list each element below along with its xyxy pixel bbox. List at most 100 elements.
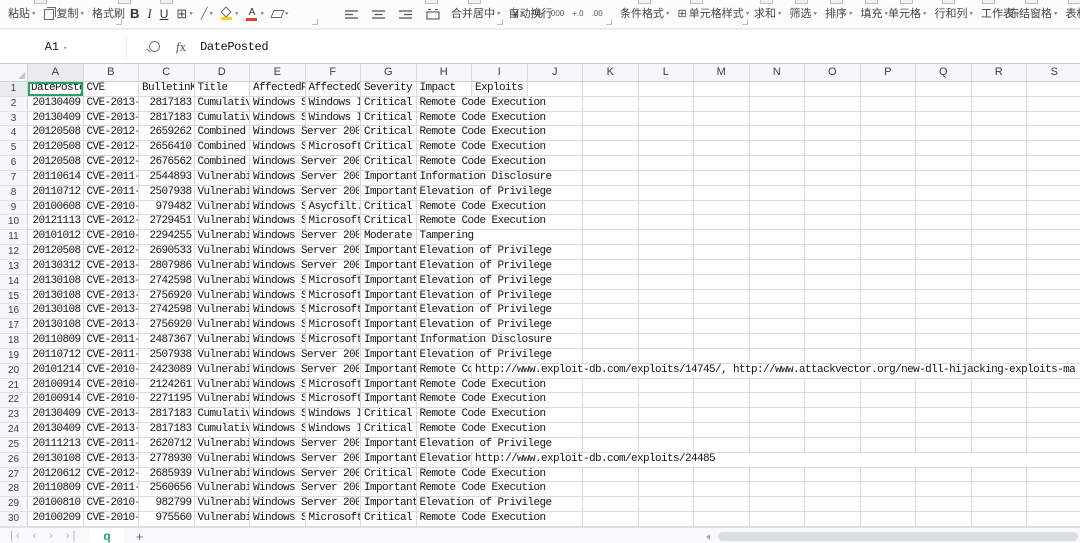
cell-N28[interactable] <box>749 482 805 498</box>
cell-D2[interactable]: Cumulative <box>194 96 250 112</box>
cell-L13[interactable] <box>638 259 694 275</box>
cell-B9[interactable]: CVE-2010-1 <box>83 200 139 216</box>
cell-A21[interactable]: 20100914 <box>28 378 84 394</box>
cell-D15[interactable]: Vulnerabil <box>194 289 250 305</box>
col-header-S[interactable]: S <box>1027 64 1080 82</box>
font-color-button[interactable]: A ▾ <box>246 1 264 27</box>
col-header-E[interactable]: E <box>250 64 306 82</box>
cell-L21[interactable] <box>638 378 694 394</box>
cell-C6[interactable]: 2676562 <box>139 156 195 171</box>
cell-R28[interactable] <box>971 482 1027 498</box>
cell-B4[interactable]: CVE-2012-0 <box>83 126 139 142</box>
cell-O1[interactable] <box>805 82 861 97</box>
cell-E11[interactable]: Windows Server 2008 <box>250 230 359 246</box>
cell-Q27[interactable] <box>916 467 972 483</box>
cell-R8[interactable] <box>971 185 1027 201</box>
cell-D12[interactable]: Vulnerabil <box>194 245 250 260</box>
cell-D1[interactable]: Title <box>194 82 250 97</box>
cell-S6[interactable] <box>1027 156 1080 171</box>
cell-E15[interactable]: Windows Server 2008 <box>250 289 306 305</box>
cell-P4[interactable] <box>860 126 916 142</box>
cell-H30[interactable]: Remote Code Execution <box>416 512 580 527</box>
cell-G6[interactable]: Critical <box>361 156 417 171</box>
cell-N24[interactable] <box>749 423 805 438</box>
cell-H11[interactable]: Tampering <box>416 230 580 246</box>
cell-L14[interactable] <box>638 274 694 290</box>
cell-P18[interactable] <box>860 334 916 349</box>
cell-G1[interactable]: Severity <box>361 82 417 97</box>
cell-M12[interactable] <box>694 245 750 260</box>
name-box[interactable]: A1 ▾ <box>0 40 112 54</box>
cell-P27[interactable] <box>860 467 916 483</box>
cell-A10[interactable]: 20121113 <box>28 215 84 231</box>
cell-L18[interactable] <box>638 334 694 349</box>
row-header-1[interactable]: 1 <box>0 82 28 97</box>
insert-function-button[interactable]: fx <box>176 39 186 55</box>
cell-O7[interactable] <box>805 170 861 186</box>
cell-S3[interactable] <box>1027 112 1080 127</box>
cell-N14[interactable] <box>749 274 805 290</box>
eraser-button[interactable]: ▾ <box>270 1 289 27</box>
cell-K8[interactable] <box>583 185 639 201</box>
cell-D19[interactable]: Vulnerabil <box>194 348 250 364</box>
cell-F21[interactable]: Microsoft <box>305 378 361 394</box>
cell-R16[interactable] <box>971 304 1027 320</box>
cell-Q4[interactable] <box>916 126 972 142</box>
cell-H5[interactable]: Remote Code Execution <box>416 141 580 157</box>
col-header-J[interactable]: J <box>527 64 583 82</box>
prev-sheet-button[interactable]: ‹ <box>33 530 40 542</box>
cell-F23[interactable]: Windows Internet <box>305 408 361 424</box>
cell-L11[interactable] <box>638 230 694 246</box>
cell-O23[interactable] <box>805 408 861 424</box>
select-all-corner[interactable] <box>0 64 28 82</box>
cell-H29[interactable]: Elevation of Privilege <box>416 497 580 513</box>
cell-B15[interactable]: CVE-2013-0 <box>83 289 139 305</box>
cell-Q25[interactable] <box>916 437 972 453</box>
cell-D5[interactable]: Combined S <box>194 141 250 157</box>
cell-R18[interactable] <box>971 334 1027 349</box>
cell-C20[interactable]: 2423089 <box>139 363 195 379</box>
row-header-5[interactable]: 5 <box>0 141 28 157</box>
cell-D14[interactable]: Vulnerabil <box>194 274 250 290</box>
cell-G9[interactable]: Critical <box>361 200 417 216</box>
cell-F30[interactable]: Microsoft <box>305 512 361 527</box>
cell-E26[interactable]: Windows Server 2008 <box>250 452 359 468</box>
cell-K23[interactable] <box>583 408 639 424</box>
cell-M8[interactable] <box>694 185 750 201</box>
cell-G21[interactable]: Important <box>361 378 417 394</box>
cell-S10[interactable] <box>1027 215 1080 231</box>
cell-B25[interactable]: CVE-2011-3 <box>83 437 139 453</box>
col-header-R[interactable]: R <box>971 64 1027 82</box>
cell-R9[interactable] <box>971 200 1027 216</box>
cell-B6[interactable]: CVE-2012-0 <box>83 156 139 171</box>
cell-D6[interactable]: Combined S <box>194 156 250 171</box>
cell-F3[interactable]: Windows Internet <box>305 111 361 127</box>
cell-C29[interactable]: 982799 <box>139 497 195 513</box>
cell-R3[interactable] <box>971 111 1027 127</box>
cell-E21[interactable]: Windows Server 2008 <box>250 378 306 394</box>
cell-O11[interactable] <box>805 230 861 246</box>
cell-M6[interactable] <box>694 156 750 171</box>
cell-O19[interactable] <box>805 348 861 364</box>
cell-L25[interactable] <box>638 437 694 453</box>
cell-D8[interactable]: Vulnerabil <box>194 185 250 201</box>
cell-E8[interactable]: Windows Server 2008 <box>250 185 359 201</box>
cell-A20[interactable]: 20101214 <box>28 363 84 379</box>
cell-H15[interactable]: Elevation of Privilege <box>416 289 580 305</box>
cell-M3[interactable] <box>694 111 750 127</box>
cell-M24[interactable] <box>694 423 750 438</box>
cell-D21[interactable]: Vulnerabil <box>194 378 250 394</box>
cell-G27[interactable]: Critical <box>361 467 417 483</box>
cell-N12[interactable] <box>749 245 805 260</box>
cell-D29[interactable]: Vulnerabil <box>194 497 250 513</box>
cell-K11[interactable] <box>583 230 639 246</box>
cell-D10[interactable]: Vulnerabil <box>194 215 250 231</box>
cell-Q16[interactable] <box>916 304 972 320</box>
cell-E12[interactable]: Windows Server 2008 <box>250 245 359 260</box>
cell-L22[interactable] <box>638 393 694 409</box>
cell-N5[interactable] <box>749 141 805 157</box>
cell-C12[interactable]: 2690533 <box>139 245 195 260</box>
cell-I26[interactable]: http://www.exploit-db.com/exploits/24485 <box>472 452 1075 468</box>
cell-H22[interactable]: Remote Code Execution <box>416 393 580 409</box>
cell-G29[interactable]: Important <box>361 497 417 513</box>
